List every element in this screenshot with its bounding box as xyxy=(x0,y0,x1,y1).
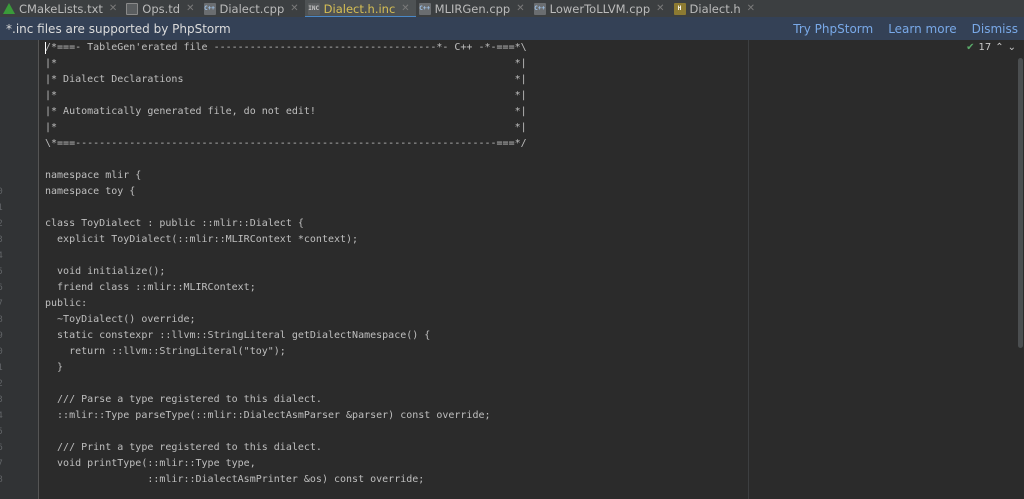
line-number: 15 xyxy=(0,267,3,277)
code-line: \*===-----------------------------------… xyxy=(45,138,527,149)
close-icon[interactable]: ✕ xyxy=(747,3,755,14)
line-number: 12 xyxy=(0,219,3,229)
tab-dialect-h[interactable]: H Dialect.h ✕ xyxy=(671,0,762,17)
tab-label: Dialect.h xyxy=(689,1,741,16)
editor-tab-bar: CMakeLists.txt ✕ Ops.td ✕ C++ Dialect.cpp ✕ INC… xyxy=(0,0,1024,18)
vertical-scrollbar[interactable] xyxy=(1018,58,1023,348)
code-line: |* *| xyxy=(45,58,527,69)
line-number: 20 xyxy=(0,347,3,357)
code-line: friend class ::mlir::MLIRContext; xyxy=(45,282,256,293)
line-number: 22 xyxy=(0,379,3,389)
close-icon[interactable]: ✕ xyxy=(656,3,664,14)
line-number: 17 xyxy=(0,299,3,309)
code-line: |* *| xyxy=(45,90,527,101)
code-editor[interactable]: 1234567891011121314151617181920212223242… xyxy=(0,40,1024,499)
inspection-count: 17 xyxy=(978,42,992,53)
code-area[interactable]: /*===- TableGen'erated file ------------… xyxy=(45,40,745,499)
line-number: 7 xyxy=(0,136,12,152)
code-line: ::mlir::DialectAsmPrinter &os) const ove… xyxy=(45,474,425,485)
code-line: void printType(::mlir::Type type, xyxy=(45,458,256,469)
code-line: ::mlir::Type parseType(::mlir::DialectAs… xyxy=(45,410,491,421)
td-file-icon xyxy=(126,2,139,15)
tab-label: LowerToLLVM.cpp xyxy=(549,1,651,16)
close-icon[interactable]: ✕ xyxy=(516,3,524,14)
tab-ops-td[interactable]: Ops.td ✕ xyxy=(123,0,200,17)
text-caret xyxy=(45,42,46,54)
close-icon[interactable]: ✕ xyxy=(109,3,117,14)
line-number: 14 xyxy=(0,251,3,261)
line-number: 25 xyxy=(0,427,3,437)
line-number: 10 xyxy=(0,187,3,197)
tab-label: Ops.td xyxy=(142,1,181,16)
line-number: 8 xyxy=(0,152,12,168)
inspection-widget[interactable]: ✔ 17 ⌃ ⌄ xyxy=(966,42,1016,53)
code-line: namespace mlir { xyxy=(45,170,142,181)
tab-label: Dialect.h.inc xyxy=(323,1,396,16)
chevron-down-icon[interactable]: ⌄ xyxy=(1008,42,1016,53)
dismiss-link[interactable]: Dismiss xyxy=(972,22,1018,36)
cmake-icon xyxy=(3,3,15,14)
code-line: /// Parse a type registered to this dial… xyxy=(45,394,322,405)
cpp-file-icon: C++ xyxy=(418,2,431,15)
code-line: return ::llvm::StringLiteral("toy"); xyxy=(45,346,286,357)
line-number: 28 xyxy=(0,475,3,485)
code-line: |* *| xyxy=(45,122,527,133)
code-line: namespace toy { xyxy=(45,186,136,197)
inc-file-icon: INC xyxy=(307,2,320,15)
cpp-file-icon: C++ xyxy=(203,2,216,15)
line-number: 13 xyxy=(0,235,3,245)
line-number: 18 xyxy=(0,315,3,325)
tab-label: MLIRGen.cpp xyxy=(434,1,511,16)
code-line: ~ToyDialect() override; xyxy=(45,314,196,325)
tab-label: Dialect.cpp xyxy=(219,1,285,16)
line-number: 11 xyxy=(0,203,3,213)
tab-mlirgen-cpp[interactable]: C++ MLIRGen.cpp ✕ xyxy=(416,0,531,17)
tab-dialect-h-inc[interactable]: INC Dialect.h.inc ✕ xyxy=(304,0,416,18)
code-line: /*===- TableGen'erated file ------------… xyxy=(45,42,527,53)
banner-actions: Try PhpStorm Learn more Dismiss xyxy=(793,22,1018,36)
line-number: 9 xyxy=(0,168,12,184)
line-number-gutter: 1234567891011121314151617181920212223242… xyxy=(0,40,39,499)
tab-label: CMakeLists.txt xyxy=(19,1,103,16)
line-number: 26 xyxy=(0,443,3,453)
close-icon[interactable]: ✕ xyxy=(290,3,298,14)
cpp-file-icon: C++ xyxy=(533,2,546,15)
banner-message: *.inc files are supported by PhpStorm xyxy=(6,21,231,36)
right-margin-guide xyxy=(748,40,749,499)
notification-banner: *.inc files are supported by PhpStorm Tr… xyxy=(0,17,1024,40)
line-number: 5 xyxy=(0,104,12,120)
close-icon[interactable]: ✕ xyxy=(186,3,194,14)
code-line: public: xyxy=(45,298,88,309)
checkmark-icon: ✔ xyxy=(966,42,975,53)
code-line: |* Automatically generated file, do not … xyxy=(45,106,527,117)
line-number: 23 xyxy=(0,395,3,405)
code-line: /// Print a type registered to this dial… xyxy=(45,442,322,453)
code-line: } xyxy=(45,362,64,373)
tab-dialect-cpp[interactable]: C++ Dialect.cpp ✕ xyxy=(201,0,305,17)
code-line: explicit ToyDialect(::mlir::MLIRContext … xyxy=(45,234,359,245)
code-line: void initialize(); xyxy=(45,266,166,277)
line-number: 16 xyxy=(0,283,3,293)
close-icon[interactable]: ✕ xyxy=(401,3,409,14)
line-number: 1 xyxy=(0,40,12,56)
try-phpstorm-link[interactable]: Try PhpStorm xyxy=(793,22,873,36)
h-file-icon: H xyxy=(673,2,686,15)
code-line: class ToyDialect : public ::mlir::Dialec… xyxy=(45,218,304,229)
line-number: 19 xyxy=(0,331,3,341)
code-line: static constexpr ::llvm::StringLiteral g… xyxy=(45,330,431,341)
line-number: 4 xyxy=(0,88,12,104)
line-number: 3 xyxy=(0,72,12,88)
chevron-up-icon[interactable]: ⌃ xyxy=(995,42,1003,53)
line-number: 21 xyxy=(0,363,3,373)
line-number: 24 xyxy=(0,411,3,421)
line-number: 2 xyxy=(0,56,12,72)
tab-lowertollvm-cpp[interactable]: C++ LowerToLLVM.cpp ✕ xyxy=(531,0,671,17)
line-number: 27 xyxy=(0,459,3,469)
code-line: |* Dialect Declarations *| xyxy=(45,74,527,85)
tab-cmakelists-txt[interactable]: CMakeLists.txt ✕ xyxy=(0,0,123,17)
line-number: 6 xyxy=(0,120,12,136)
learn-more-link[interactable]: Learn more xyxy=(888,22,956,36)
